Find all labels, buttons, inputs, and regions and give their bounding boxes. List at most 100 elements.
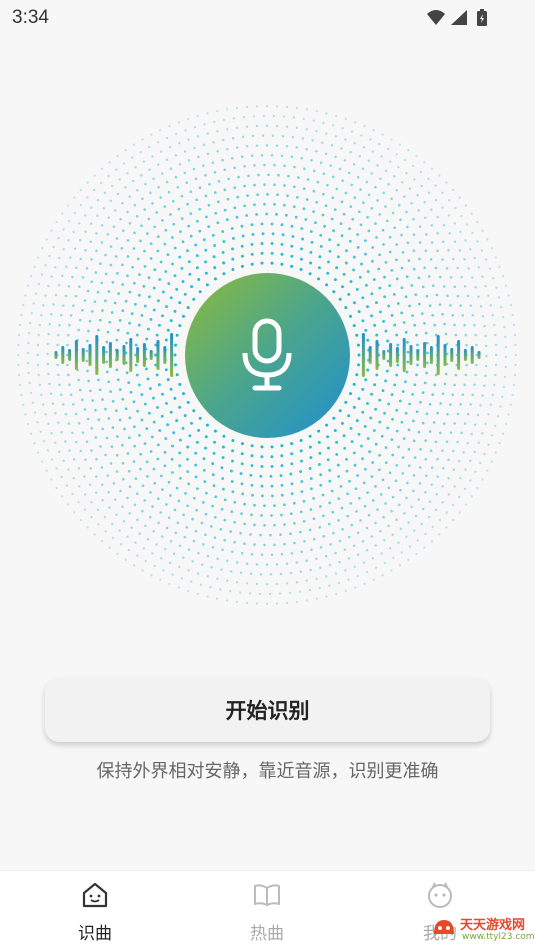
visualizer-dot xyxy=(404,380,407,384)
visualizer-dot xyxy=(66,343,69,347)
visualizer-dot xyxy=(115,237,119,240)
visualizer-dot xyxy=(101,427,105,431)
visualizer-dot xyxy=(319,161,323,164)
visualizer-dot xyxy=(195,440,199,444)
visualizer-dot xyxy=(458,511,461,514)
visualizer-dot xyxy=(430,483,434,486)
visualizer-dot xyxy=(77,466,81,470)
visualizer-dot xyxy=(270,514,273,517)
visualizer-dot xyxy=(245,601,249,605)
visualizer-dot xyxy=(330,217,334,221)
visualizer-dot xyxy=(26,423,30,426)
start-recognition-button[interactable]: 开始识别 xyxy=(45,678,490,742)
visualizer-dot xyxy=(137,293,141,297)
visualizer-dot xyxy=(109,199,113,203)
visualizer-dot xyxy=(483,452,486,456)
visualizer-dot xyxy=(350,130,354,133)
visualizer-dot xyxy=(240,462,244,466)
visualizer-dot xyxy=(121,505,124,508)
visualizer-dot xyxy=(226,197,230,201)
visualizer-dot xyxy=(181,240,185,244)
visualizer-dot xyxy=(146,327,150,331)
visualizer-dot xyxy=(492,323,496,327)
visualizer-dot xyxy=(353,565,356,569)
visualizer-dot xyxy=(239,531,242,535)
visualizer-dot xyxy=(328,479,332,483)
visualizer-dot xyxy=(471,393,475,396)
visualizer-dot xyxy=(55,486,58,490)
visualizer-dot xyxy=(49,392,53,396)
visualizer-dot xyxy=(332,290,336,294)
visualizer-dot xyxy=(113,301,117,305)
visualizer-dot xyxy=(374,185,377,189)
visualizer-dot xyxy=(411,164,415,167)
visualizer-dot xyxy=(312,517,316,521)
visualizer-dot xyxy=(239,571,243,575)
visualizer-dot xyxy=(94,271,98,274)
visualizer-dot xyxy=(370,292,374,296)
visualizer-dot xyxy=(356,531,360,535)
visualizer-dot xyxy=(481,275,484,278)
visualizer-dot xyxy=(514,363,517,367)
microphone-button[interactable] xyxy=(185,273,350,438)
visualizer-dot xyxy=(395,464,399,467)
visualizer-dot xyxy=(206,132,209,135)
visualizer-dot xyxy=(413,323,417,327)
tab-hot-songs[interactable]: 热曲 xyxy=(207,871,327,952)
visualizer-dot xyxy=(164,338,168,342)
visualizer-dot xyxy=(357,432,361,436)
visualizer-dot xyxy=(250,154,254,158)
visualizer-dot xyxy=(148,387,152,391)
face-icon xyxy=(428,882,452,908)
visualizer-dot xyxy=(140,224,143,228)
visualizer-dot xyxy=(337,497,341,501)
visualizer-dot xyxy=(384,446,388,449)
visualizer-dot xyxy=(185,181,189,184)
visualizer-dot xyxy=(456,266,459,270)
visualizer-dot xyxy=(22,304,25,307)
visualizer-dot xyxy=(140,393,144,397)
visualizer-dot xyxy=(374,407,378,411)
visualizer-dot xyxy=(403,512,406,515)
visualizer-dot xyxy=(96,198,100,202)
waveform-bar xyxy=(88,344,92,366)
visualizer-dot xyxy=(260,251,264,255)
visualizer-dot xyxy=(216,221,220,225)
visualizer-dot xyxy=(421,507,425,511)
visualizer-dot xyxy=(459,230,462,234)
visualizer-dot xyxy=(114,209,117,212)
visualizer-dot xyxy=(411,314,414,317)
visualizer-dot xyxy=(222,434,226,438)
visualizer-dot xyxy=(45,469,48,472)
visualizer-dot xyxy=(470,432,473,436)
visualizer-dot xyxy=(55,467,58,470)
visualizer-dot xyxy=(72,476,75,480)
visualizer-dot xyxy=(217,200,220,204)
visualizer-dot xyxy=(487,443,490,446)
visualizer-dot xyxy=(128,485,132,489)
visualizer-dot xyxy=(127,436,131,440)
visualizer-dot xyxy=(492,277,495,280)
visualizer-dot xyxy=(48,382,51,386)
visualizer-dot xyxy=(270,455,274,459)
visualizer-dot xyxy=(345,457,348,461)
visualizer-dot xyxy=(41,304,45,307)
visualizer-dot xyxy=(346,492,349,496)
visualizer-dot xyxy=(358,154,362,158)
visualizer-dot xyxy=(32,302,35,305)
visualizer-dot xyxy=(112,536,115,540)
waveform-bar xyxy=(389,343,393,367)
visualizer-dot xyxy=(99,262,102,265)
visualizer-dot xyxy=(447,214,451,217)
visualizer-dot xyxy=(163,205,167,208)
visualizer-dot xyxy=(90,258,93,261)
visualizer-dot xyxy=(371,499,375,502)
visualizer-dot xyxy=(347,535,351,539)
visualizer-dot xyxy=(186,457,189,461)
visualizer-dot xyxy=(463,285,467,288)
visualizer-dot xyxy=(194,529,198,533)
tab-recognize[interactable]: 识曲 xyxy=(35,871,155,952)
visualizer-dot xyxy=(181,280,185,284)
visualizer-dot xyxy=(161,314,164,318)
visualizer-dot xyxy=(156,405,159,409)
